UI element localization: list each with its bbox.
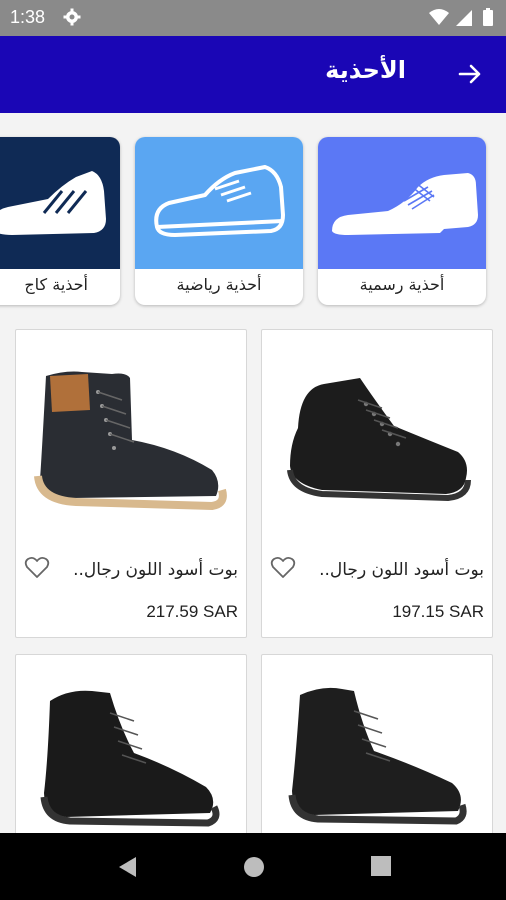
product-grid: بوت أسود اللون رجال.. 197.15 SAR بوت أسو… xyxy=(0,323,506,833)
nav-home-icon[interactable] xyxy=(242,855,266,883)
sneaker-icon xyxy=(135,137,303,269)
category-formal-shoes[interactable]: أحذية رسمية xyxy=(318,137,486,305)
product-name: بوت أسود اللون رجال.. xyxy=(73,560,238,580)
product-image xyxy=(40,690,220,827)
status-bar: 1:38 xyxy=(0,0,506,36)
nav-recents-icon[interactable] xyxy=(370,855,392,881)
category-label: أحذية كاج xyxy=(24,275,88,294)
product-image xyxy=(287,378,471,502)
system-nav-bar xyxy=(0,833,506,900)
page-title: الأحذية xyxy=(325,56,406,84)
formal-shoe-icon xyxy=(318,137,486,269)
product-card[interactable]: بوت أسود اللون رجال.. 197.15 SAR xyxy=(261,329,493,638)
product-price: 217.59 SAR xyxy=(146,602,238,621)
settings-gear-icon xyxy=(63,8,81,30)
status-time: 1:38 xyxy=(10,7,46,27)
casual-shoe-icon xyxy=(0,137,120,269)
category-sports-shoes[interactable]: أحذية رياضية xyxy=(135,137,303,305)
nav-back-icon[interactable] xyxy=(116,855,138,883)
product-price: 197.15 SAR xyxy=(392,602,484,621)
app-bar: الأحذية xyxy=(0,36,506,113)
wifi-icon xyxy=(429,9,449,25)
product-image xyxy=(34,371,227,511)
favorite-heart-icon[interactable] xyxy=(270,556,296,584)
category-casual-shoes[interactable]: أحذية كاج xyxy=(0,137,120,305)
battery-icon xyxy=(483,8,493,26)
product-card[interactable] xyxy=(15,654,247,833)
product-name: بوت أسود اللون رجال.. xyxy=(319,560,484,580)
category-carousel[interactable]: أحذية رسمية أحذية رياضية أحذية كاج xyxy=(0,113,506,323)
category-label: أحذية رياضية xyxy=(176,275,262,294)
category-label: أحذية رسمية xyxy=(359,275,445,294)
product-image xyxy=(288,687,467,825)
back-arrow-icon[interactable] xyxy=(458,62,482,90)
product-card[interactable]: بوت أسود اللون رجال.. 217.59 SAR xyxy=(15,329,247,638)
signal-icon xyxy=(456,10,472,26)
favorite-heart-icon[interactable] xyxy=(24,556,50,584)
product-card[interactable] xyxy=(261,654,493,833)
status-icons xyxy=(428,8,496,32)
